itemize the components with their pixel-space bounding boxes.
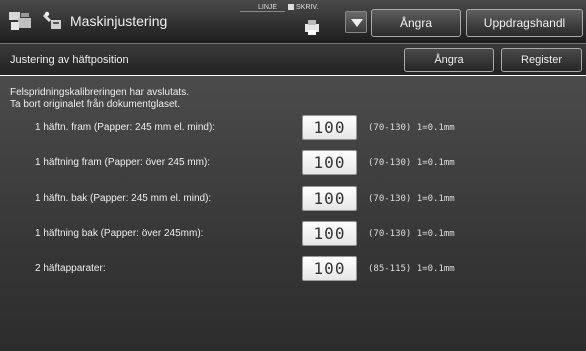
setting-range: (70-130) 1=0.1mm xyxy=(368,229,455,239)
section-title: Justering av häftposition xyxy=(10,54,129,66)
top-bar: Maskinjustering LINJE SKRIV. Ångra Uppdr… xyxy=(0,0,586,43)
status-message-line2: Ta bort originalet från dokumentglaset. xyxy=(10,99,181,110)
sub-header: Justering av häftposition Ångra Register xyxy=(0,43,586,75)
undo-button[interactable]: Ångra xyxy=(404,48,494,72)
machine-settings-icon xyxy=(43,11,61,29)
setting-row: 1 häftn. fram (Papper: 245 mm el. mind):… xyxy=(0,115,586,141)
setting-value-input[interactable]: 100 xyxy=(302,221,357,246)
print-indicator: SKRIV. xyxy=(288,4,318,11)
page-title: Maskinjustering xyxy=(70,13,168,29)
setting-row: 1 häftn. bak (Papper: 245 mm el. mind): … xyxy=(0,186,586,212)
setting-label: 1 häftning bak (Papper: över 245mm): xyxy=(35,228,204,239)
status-message-line1: Felspridningskalibreringen har avslutats… xyxy=(10,87,189,98)
setting-value-input[interactable]: 100 xyxy=(302,150,357,175)
setting-value-input[interactable]: 100 xyxy=(302,186,357,211)
print-indicator-label: SKRIV. xyxy=(296,4,319,11)
setting-label: 2 häftapparater: xyxy=(35,263,106,274)
setting-value-input[interactable]: 100 xyxy=(302,256,357,281)
setting-label: 1 häftning fram (Papper: över 245 mm): xyxy=(35,157,211,168)
line-indicator: LINJE xyxy=(240,4,285,12)
setting-label: 1 häftn. fram (Papper: 245 mm el. mind): xyxy=(35,122,216,133)
setting-label: 1 häftn. bak (Papper: 245 mm el. mind): xyxy=(35,193,212,204)
chevron-down-icon[interactable] xyxy=(345,11,367,33)
main-panel: Felspridningskalibreringen har avslutats… xyxy=(0,76,586,351)
print-indicator-square xyxy=(288,4,294,10)
setting-value-input[interactable]: 100 xyxy=(302,115,357,140)
header-undo-button[interactable]: Ångra xyxy=(371,9,461,37)
setting-range: (85-115) 1=0.1mm xyxy=(368,264,455,274)
setting-row: 2 häftapparater: 100 (85-115) 1=0.1mm xyxy=(0,256,586,282)
status-message: Felspridningskalibreringen har avslutats… xyxy=(10,87,189,111)
register-button[interactable]: Register xyxy=(501,48,582,72)
copier-home-icon[interactable] xyxy=(7,9,33,33)
printer-status-icon xyxy=(305,20,319,35)
setting-row: 1 häftning fram (Papper: över 245 mm): 1… xyxy=(0,150,586,176)
status-indicators: LINJE SKRIV. xyxy=(240,0,340,43)
job-status-button[interactable]: Uppdragshandl xyxy=(466,9,583,37)
setting-range: (70-130) 1=0.1mm xyxy=(368,123,455,133)
setting-row: 1 häftning bak (Papper: över 245mm): 100… xyxy=(0,221,586,247)
setting-range: (70-130) 1=0.1mm xyxy=(368,194,455,204)
setting-range: (70-130) 1=0.1mm xyxy=(368,158,455,168)
